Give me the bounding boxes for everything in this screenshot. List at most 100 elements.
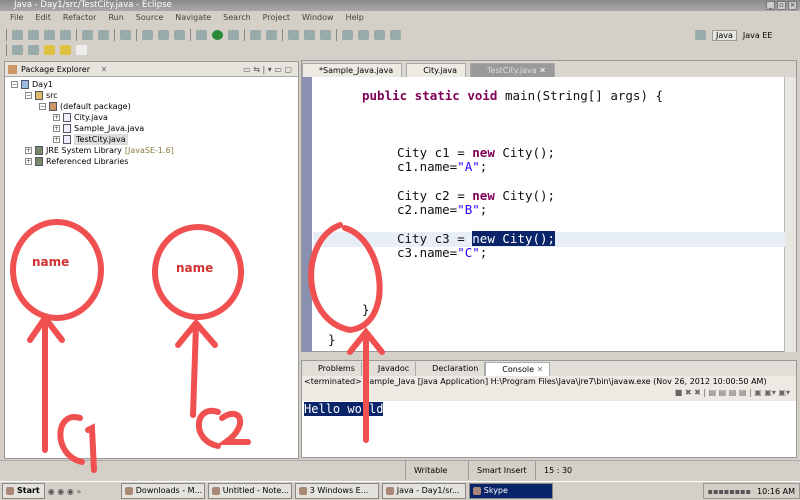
tab-city-java[interactable]: City.java — [406, 63, 467, 77]
block-icon[interactable] — [374, 30, 385, 40]
tree-item-city-java[interactable]: + City.java — [11, 112, 298, 123]
console-output: Hello world — [304, 402, 384, 416]
quick-launch-icons[interactable]: ◉ ◉ ◉ » — [48, 487, 118, 496]
task-notepad[interactable]: Untitled - Note... — [207, 483, 292, 499]
back-icon[interactable] — [44, 45, 55, 55]
perspective-java-ee[interactable]: Java EE — [743, 31, 773, 40]
close-button[interactable]: × — [788, 1, 797, 10]
tree-item-referenced-libraries[interactable]: + Referenced Libraries — [11, 156, 298, 167]
export-icon[interactable] — [98, 30, 109, 40]
menu-help[interactable]: Help — [340, 11, 370, 25]
code-line: c3.name="C"; — [397, 245, 488, 260]
new-package-icon[interactable] — [174, 30, 185, 40]
editor-tabs: *Sample_Java.java City.java TestCity.jav… — [302, 61, 796, 77]
tab-javadoc[interactable]: Javadoc — [362, 362, 417, 376]
minimize-button[interactable]: _ — [766, 1, 775, 10]
close-view-icon[interactable]: ✕ — [101, 65, 108, 74]
last-edit-icon[interactable] — [76, 45, 87, 55]
status-bar: Writable Smart Insert 15 : 30 — [0, 460, 800, 480]
menu-navigate[interactable]: Navigate — [169, 11, 217, 25]
open-type-icon[interactable] — [250, 30, 261, 40]
tree-item-sample-java[interactable]: + Sample_Java.java — [11, 123, 298, 134]
save-icon[interactable] — [28, 30, 39, 40]
tree-item-testcity-java[interactable]: + TestCity.java — [11, 134, 298, 145]
tree-item-src[interactable]: − src — [11, 90, 298, 101]
status-cursor-position: 15 : 30 — [535, 461, 572, 480]
console-status: <terminated> Sample_Java [Java Applicati… — [302, 376, 796, 388]
perspective-java[interactable]: Java — [712, 29, 737, 41]
menu-project[interactable]: Project — [257, 11, 296, 25]
package-explorer-header: Package Explorer ✕ ▭ ⇆ | ▾ ▭ ▢ — [5, 62, 298, 77]
tray-icons[interactable]: ▪▪▪▪▪▪▪▪ — [708, 484, 751, 498]
highlight-icon[interactable] — [358, 30, 369, 40]
status-writable: Writable — [405, 461, 447, 480]
pencil-icon[interactable] — [320, 30, 331, 40]
menu-file[interactable]: File — [4, 11, 29, 25]
menu-source[interactable]: Source — [130, 11, 169, 25]
menu-edit[interactable]: Edit — [29, 11, 57, 25]
task-explorer[interactable]: 3 Windows E... — [294, 483, 379, 499]
console-panel: Problems Javadoc Declaration Console ✕ <… — [301, 360, 797, 458]
perspective-switcher: Java Java EE — [695, 27, 772, 43]
clock: 10:16 AM — [757, 487, 795, 496]
import-icon[interactable] — [82, 30, 93, 40]
open-perspective-icon[interactable] — [695, 30, 706, 40]
menu-bar: File Edit Refactor Run Source Navigate S… — [0, 11, 800, 25]
debug-icon[interactable] — [196, 30, 207, 40]
save-all-icon[interactable] — [44, 30, 55, 40]
new-class-icon[interactable] — [158, 30, 169, 40]
tree-item-default-package[interactable]: − (default package) — [11, 101, 298, 112]
forward-icon[interactable] — [60, 45, 71, 55]
status-insert-mode: Smart Insert — [468, 461, 527, 480]
prev-annotation-icon[interactable] — [28, 45, 39, 55]
external-tools-icon[interactable] — [228, 30, 239, 40]
search-icon[interactable] — [266, 30, 277, 40]
maximize-button[interactable]: ▫ — [777, 1, 786, 10]
tab-problems[interactable]: Problems — [302, 362, 362, 376]
code-line: c2.name="B"; — [397, 202, 488, 217]
task-icon[interactable] — [120, 30, 131, 40]
menu-run[interactable]: Run — [102, 11, 129, 25]
server-icon[interactable] — [142, 30, 153, 40]
console-toolbar[interactable]: ■ ✖ ✖ | ▤ ▤ ▤ ▤ | ▣ ▣▾ ▣▾ — [302, 388, 796, 401]
taskbar: Start ◉ ◉ ◉ » Downloads - M... Untitled … — [0, 481, 800, 500]
close-tab-icon[interactable]: ✕ — [539, 66, 546, 75]
selected-text: new City(); — [472, 231, 556, 246]
annotation-icon[interactable] — [342, 30, 353, 40]
code-line-close: } — [328, 332, 336, 347]
view-menu-icons[interactable]: ▭ ⇆ | ▾ ▭ ▢ — [243, 62, 292, 77]
open-folder2-icon[interactable] — [304, 30, 315, 40]
task-skype[interactable]: Skype — [468, 483, 553, 499]
menu-window[interactable]: Window — [296, 11, 340, 25]
system-tray: ▪▪▪▪▪▪▪▪ 10:16 AM — [702, 483, 800, 499]
code-line: City c3 = new City(); — [397, 231, 556, 246]
new-icon[interactable] — [12, 30, 23, 40]
package-explorer: Package Explorer ✕ ▭ ⇆ | ▾ ▭ ▢ − Day1 − sr… — [4, 61, 299, 459]
task-downloads[interactable]: Downloads - M... — [120, 483, 205, 499]
menu-refactor[interactable]: Refactor — [57, 11, 103, 25]
main-toolbar — [0, 27, 800, 43]
code-line: City c1 = new City(); — [397, 145, 556, 160]
code-line: City c2 = new City(); — [397, 188, 556, 203]
task-eclipse[interactable]: Java - Day1/sr... — [381, 483, 466, 499]
tab-sample-java[interactable]: *Sample_Java.java — [302, 63, 403, 77]
editor: *Sample_Java.java City.java TestCity.jav… — [301, 60, 797, 352]
menu-search[interactable]: Search — [217, 11, 256, 25]
tree-item-jre[interactable]: + JRE System Library [JavaSE-1.6] — [11, 145, 298, 156]
tree-item-day1[interactable]: − Day1 — [11, 79, 298, 90]
show-whitespace-icon[interactable] — [390, 30, 401, 40]
editor-scrollbar[interactable] — [784, 77, 796, 352]
tab-declaration[interactable]: Declaration — [416, 362, 486, 376]
close-console-icon[interactable]: ✕ — [537, 365, 544, 374]
nav-toolbar — [0, 42, 800, 58]
tab-console[interactable]: Console ✕ — [485, 362, 551, 376]
start-button[interactable]: Start — [2, 483, 45, 499]
next-annotation-icon[interactable] — [12, 45, 23, 55]
window-title: Java - Day1/src/TestCity.java - Eclipse — [14, 0, 172, 10]
open-folder-icon[interactable] — [288, 30, 299, 40]
run-icon[interactable] — [212, 30, 223, 40]
code-line: c1.name="A"; — [397, 159, 488, 174]
print-icon[interactable] — [60, 30, 71, 40]
package-icon — [8, 65, 17, 74]
tab-testcity-java[interactable]: TestCity.java ✕ — [470, 63, 555, 77]
